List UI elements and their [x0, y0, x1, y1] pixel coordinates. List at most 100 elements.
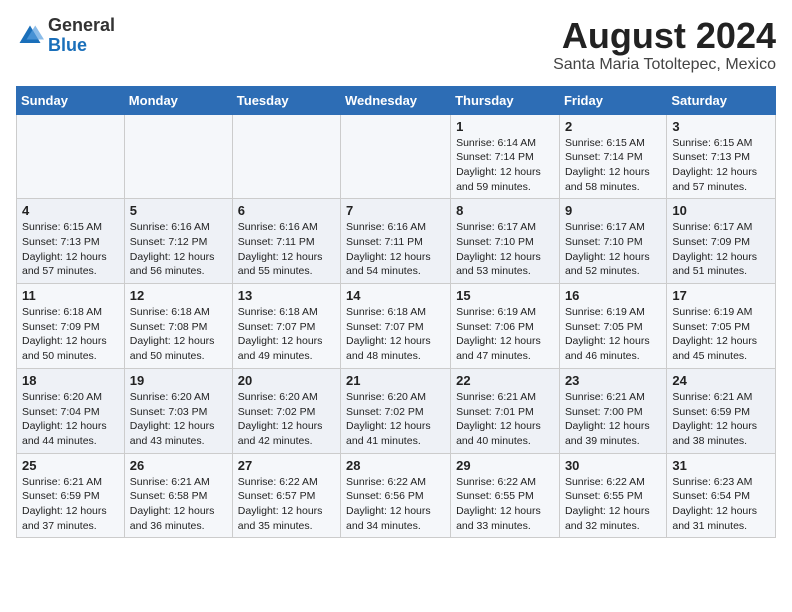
day-number: 3	[672, 119, 770, 134]
day-content: Sunrise: 6:16 AM Sunset: 7:11 PM Dayligh…	[238, 220, 335, 279]
calendar-cell: 10 Sunrise: 6:17 AM Sunset: 7:09 PM Dayli…	[667, 199, 776, 284]
day-content: Sunrise: 6:21 AM Sunset: 6:58 PM Dayligh…	[130, 475, 227, 534]
calendar-cell	[232, 114, 340, 199]
calendar-cell: 14Sunrise: 6:18 AM Sunset: 7:07 PM Dayli…	[341, 284, 451, 369]
calendar-week-row: 25Sunrise: 6:21 AM Sunset: 6:59 PM Dayli…	[17, 453, 776, 538]
day-number: 26	[130, 458, 227, 473]
calendar-cell: 7Sunrise: 6:16 AM Sunset: 7:11 PM Daylig…	[341, 199, 451, 284]
header-day: Tuesday	[232, 86, 340, 114]
day-content: Sunrise: 6:16 AM Sunset: 7:12 PM Dayligh…	[130, 220, 227, 279]
day-content: Sunrise: 6:21 AM Sunset: 7:00 PM Dayligh…	[565, 390, 661, 449]
day-number: 2	[565, 119, 661, 134]
day-number: 4	[22, 203, 119, 218]
day-number: 23	[565, 373, 661, 388]
day-number: 20	[238, 373, 335, 388]
day-content: Sunrise: 6:21 AM Sunset: 7:01 PM Dayligh…	[456, 390, 554, 449]
calendar-week-row: 4 Sunrise: 6:15 AM Sunset: 7:13 PM Daylig…	[17, 199, 776, 284]
header-day: Sunday	[17, 86, 125, 114]
header-day: Saturday	[667, 86, 776, 114]
day-content: Sunrise: 6:23 AM Sunset: 6:54 PM Dayligh…	[672, 475, 770, 534]
day-number: 5	[130, 203, 227, 218]
day-content: Sunrise: 6:22 AM Sunset: 6:55 PM Dayligh…	[456, 475, 554, 534]
logo-icon	[16, 22, 44, 50]
day-content: Sunrise: 6:18 AM Sunset: 7:07 PM Dayligh…	[238, 305, 335, 364]
calendar-week-row: 1Sunrise: 6:14 AM Sunset: 7:14 PM Daylig…	[17, 114, 776, 199]
calendar-cell: 18 Sunrise: 6:20 AM Sunset: 7:04 PM Dayli…	[17, 368, 125, 453]
header-day: Friday	[559, 86, 666, 114]
day-content: Sunrise: 6:22 AM Sunset: 6:57 PM Dayligh…	[238, 475, 335, 534]
day-content: Sunrise: 6:21 AM Sunset: 6:59 PM Dayligh…	[672, 390, 770, 449]
day-number: 28	[346, 458, 445, 473]
day-number: 13	[238, 288, 335, 303]
day-number: 21	[346, 373, 445, 388]
day-number: 19	[130, 373, 227, 388]
month-year-title: August 2024	[553, 16, 776, 56]
page-header: General Blue August 2024 Santa Maria Tot…	[16, 16, 776, 74]
calendar-body: 1Sunrise: 6:14 AM Sunset: 7:14 PM Daylig…	[17, 114, 776, 538]
day-content: Sunrise: 6:20 AM Sunset: 7:03 PM Dayligh…	[130, 390, 227, 449]
day-number: 6	[238, 203, 335, 218]
calendar-cell: 24Sunrise: 6:21 AM Sunset: 6:59 PM Dayli…	[667, 368, 776, 453]
day-content: Sunrise: 6:20 AM Sunset: 7:02 PM Dayligh…	[346, 390, 445, 449]
calendar-week-row: 11 Sunrise: 6:18 AM Sunset: 7:09 PM Dayli…	[17, 284, 776, 369]
day-content: Sunrise: 6:17 AM Sunset: 7:09 PM Dayligh…	[672, 220, 770, 279]
calendar-cell: 5 Sunrise: 6:16 AM Sunset: 7:12 PM Daylig…	[124, 199, 232, 284]
day-number: 16	[565, 288, 661, 303]
day-content: Sunrise: 6:22 AM Sunset: 6:55 PM Dayligh…	[565, 475, 661, 534]
day-content: Sunrise: 6:15 AM Sunset: 7:13 PM Dayligh…	[22, 220, 119, 279]
calendar-cell: 20 Sunrise: 6:20 AM Sunset: 7:02 PM Dayli…	[232, 368, 340, 453]
calendar-cell: 26 Sunrise: 6:21 AM Sunset: 6:58 PM Dayli…	[124, 453, 232, 538]
header-day: Thursday	[451, 86, 560, 114]
calendar-cell: 31 Sunrise: 6:23 AM Sunset: 6:54 PM Dayli…	[667, 453, 776, 538]
title-block: August 2024 Santa Maria Totoltepec, Mexi…	[553, 16, 776, 74]
header-day: Monday	[124, 86, 232, 114]
calendar-cell: 6 Sunrise: 6:16 AM Sunset: 7:11 PM Daylig…	[232, 199, 340, 284]
day-number: 10	[672, 203, 770, 218]
day-number: 8	[456, 203, 554, 218]
day-number: 18	[22, 373, 119, 388]
header-row: SundayMondayTuesdayWednesdayThursdayFrid…	[17, 86, 776, 114]
day-number: 31	[672, 458, 770, 473]
calendar-cell: 21 Sunrise: 6:20 AM Sunset: 7:02 PM Dayli…	[341, 368, 451, 453]
day-content: Sunrise: 6:19 AM Sunset: 7:06 PM Dayligh…	[456, 305, 554, 364]
calendar-cell: 25Sunrise: 6:21 AM Sunset: 6:59 PM Dayli…	[17, 453, 125, 538]
calendar-cell: 2Sunrise: 6:15 AM Sunset: 7:14 PM Daylig…	[559, 114, 666, 199]
day-number: 17	[672, 288, 770, 303]
calendar-cell: 27Sunrise: 6:22 AM Sunset: 6:57 PM Dayli…	[232, 453, 340, 538]
day-number: 12	[130, 288, 227, 303]
day-content: Sunrise: 6:22 AM Sunset: 6:56 PM Dayligh…	[346, 475, 445, 534]
day-number: 11	[22, 288, 119, 303]
calendar-week-row: 18 Sunrise: 6:20 AM Sunset: 7:04 PM Dayli…	[17, 368, 776, 453]
day-content: Sunrise: 6:15 AM Sunset: 7:13 PM Dayligh…	[672, 136, 770, 195]
day-content: Sunrise: 6:17 AM Sunset: 7:10 PM Dayligh…	[565, 220, 661, 279]
logo-blue-text: Blue	[48, 35, 87, 55]
header-day: Wednesday	[341, 86, 451, 114]
day-content: Sunrise: 6:19 AM Sunset: 7:05 PM Dayligh…	[672, 305, 770, 364]
calendar-cell: 17 Sunrise: 6:19 AM Sunset: 7:05 PM Dayli…	[667, 284, 776, 369]
day-content: Sunrise: 6:20 AM Sunset: 7:04 PM Dayligh…	[22, 390, 119, 449]
calendar-cell: 3 Sunrise: 6:15 AM Sunset: 7:13 PM Daylig…	[667, 114, 776, 199]
calendar-cell: 12 Sunrise: 6:18 AM Sunset: 7:08 PM Dayli…	[124, 284, 232, 369]
calendar-table: SundayMondayTuesdayWednesdayThursdayFrid…	[16, 86, 776, 539]
logo-general-text: General	[48, 15, 115, 35]
calendar-cell	[17, 114, 125, 199]
day-number: 29	[456, 458, 554, 473]
calendar-cell: 19 Sunrise: 6:20 AM Sunset: 7:03 PM Dayli…	[124, 368, 232, 453]
day-number: 7	[346, 203, 445, 218]
day-number: 22	[456, 373, 554, 388]
day-content: Sunrise: 6:20 AM Sunset: 7:02 PM Dayligh…	[238, 390, 335, 449]
calendar-cell	[124, 114, 232, 199]
day-content: Sunrise: 6:18 AM Sunset: 7:09 PM Dayligh…	[22, 305, 119, 364]
day-number: 30	[565, 458, 661, 473]
calendar-cell: 9 Sunrise: 6:17 AM Sunset: 7:10 PM Daylig…	[559, 199, 666, 284]
day-number: 1	[456, 119, 554, 134]
day-content: Sunrise: 6:17 AM Sunset: 7:10 PM Dayligh…	[456, 220, 554, 279]
day-content: Sunrise: 6:18 AM Sunset: 7:08 PM Dayligh…	[130, 305, 227, 364]
day-content: Sunrise: 6:19 AM Sunset: 7:05 PM Dayligh…	[565, 305, 661, 364]
calendar-cell: 29 Sunrise: 6:22 AM Sunset: 6:55 PM Dayli…	[451, 453, 560, 538]
location-subtitle: Santa Maria Totoltepec, Mexico	[553, 56, 776, 74]
calendar-cell: 28 Sunrise: 6:22 AM Sunset: 6:56 PM Dayli…	[341, 453, 451, 538]
day-number: 9	[565, 203, 661, 218]
calendar-cell: 8 Sunrise: 6:17 AM Sunset: 7:10 PM Daylig…	[451, 199, 560, 284]
calendar-cell: 22 Sunrise: 6:21 AM Sunset: 7:01 PM Dayli…	[451, 368, 560, 453]
